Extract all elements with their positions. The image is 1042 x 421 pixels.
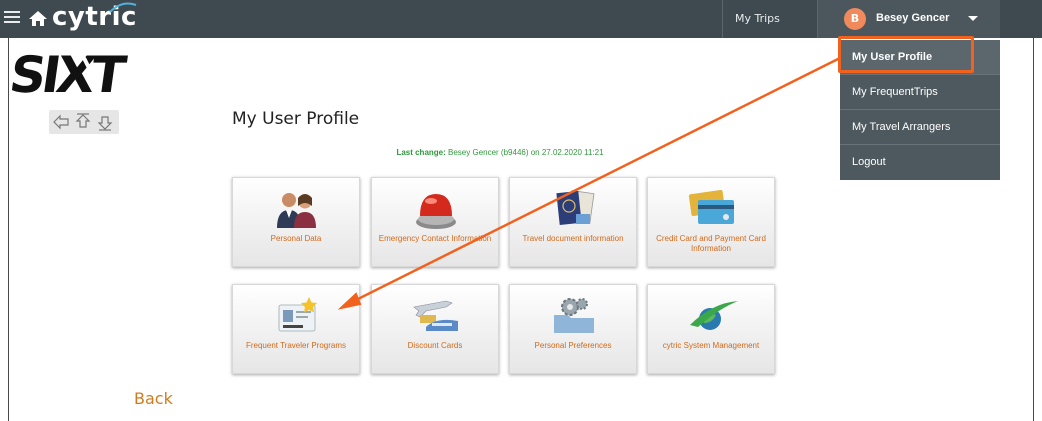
tile-credit-card[interactable]: Credit Card and Payment Card Information [647,177,775,267]
svg-text:SIXT: SIXT [12,48,129,96]
top-bar: cytric My Trips B Besey Gencer [0,0,1042,38]
menu-item-logout[interactable]: Logout [840,145,1000,180]
tile-label: Travel document information [522,234,624,243]
arrow-up-icon[interactable] [74,113,92,131]
passport-icon [556,190,595,226]
topbar-separator [722,0,723,38]
tile-label: Personal Preferences [534,341,612,350]
tile-cytric-system-management[interactable]: cytric System Management [647,284,775,374]
globe-swoosh-icon [690,301,738,330]
tile-label: Personal Data [270,234,322,243]
tile-frequent-traveler[interactable]: Frequent Traveler Programs [232,284,360,374]
menu-item-my-travel-arrangers[interactable]: My Travel Arrangers [840,110,1000,145]
last-change-label: Last change: [396,148,446,157]
tile-travel-document[interactable]: Travel document information [509,177,637,267]
arrow-left-icon[interactable] [52,113,70,131]
hamburger-menu-icon[interactable] [4,8,20,26]
people-icon [277,193,316,228]
credit-card-icon [688,189,734,224]
user-name: Besey Gencer [876,12,950,24]
last-change-info: Last change: Besey Gencer (b9446) on 27.… [230,148,770,157]
home-icon[interactable] [26,7,50,29]
tile-label: cytric System Management [662,341,760,350]
back-link[interactable]: Back [134,389,173,408]
user-menu-toggle[interactable]: B Besey Gencer [818,0,1000,38]
chevron-down-icon [968,16,978,21]
highlight-box [838,36,974,73]
tile-personal-data[interactable]: Personal Data [232,177,360,267]
tile-emergency-contact[interactable]: Emergency Contact Information [371,177,499,267]
gears-folder-icon [554,298,594,333]
alarm-button-icon [416,194,456,229]
tile-discount-cards[interactable]: Discount Cards [371,284,499,374]
sixt-logo: SIXT [12,48,129,96]
frame-left-border [8,38,9,421]
arrow-down-icon[interactable] [96,113,114,131]
cytric-logo-swoosh [109,2,137,13]
navigation-arrows [49,110,119,134]
tile-label: Credit Card and Payment Card Information [656,234,766,253]
id-card-star-icon [278,297,317,332]
last-change-value: Besey Gencer (b9446) on 27.02.2020 11:21 [448,148,604,157]
frame-right-border [1033,0,1034,421]
tile-label: Discount Cards [407,341,463,350]
nav-my-trips[interactable]: My Trips [735,12,780,25]
page-title: My User Profile [232,109,360,129]
tile-personal-preferences[interactable]: Personal Preferences [509,284,637,374]
avatar: B [844,8,866,30]
menu-item-my-frequent-trips[interactable]: My FrequentTrips [840,75,1000,110]
tile-label: Frequent Traveler Programs [245,341,347,350]
tile-label: Emergency Contact Information [378,234,492,243]
plane-train-icon [413,300,458,331]
